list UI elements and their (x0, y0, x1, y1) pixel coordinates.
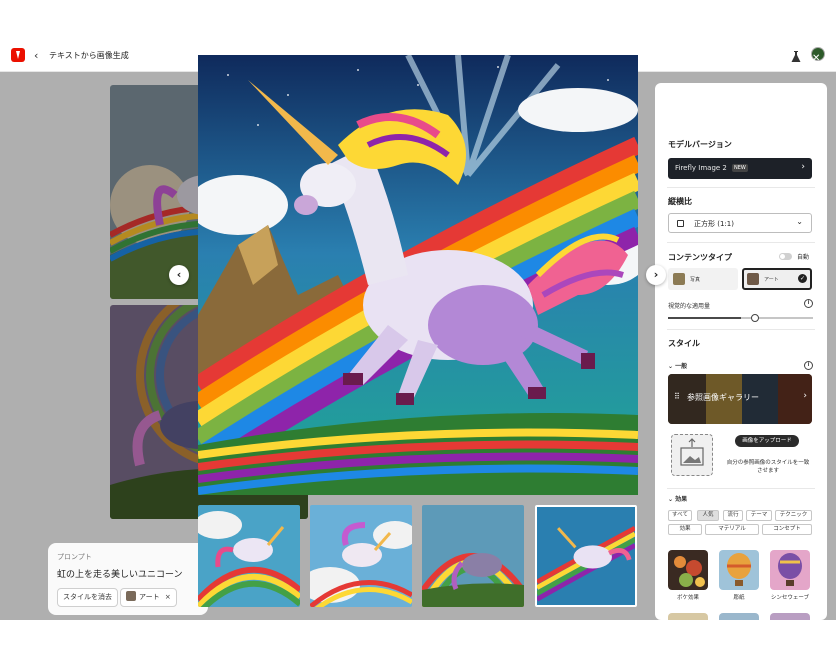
style-chip-art[interactable]: アート × (120, 588, 177, 607)
effect-bokeh-label: ボケ効果 (676, 595, 699, 601)
effects-title: 効果 (675, 496, 688, 503)
effect-synthwave-label: シンセウェーブ (770, 595, 810, 601)
prompt-card: プロンプト 虹の上を走る美しいユニコーン スタイルを消去 アート × (48, 543, 208, 615)
filter-popular[interactable]: 人気 (697, 510, 719, 521)
model-version-value: Firefly Image 2 (675, 164, 727, 172)
effect-item[interactable] (770, 613, 810, 620)
new-badge: NEW (732, 164, 748, 172)
prompt-text[interactable]: 虹の上を走る美しいユニコーン (57, 567, 183, 580)
preview-image (198, 55, 638, 495)
reference-gallery-label: 参照画像ギャラリー (687, 393, 759, 402)
photo-thumbnail (673, 273, 685, 285)
chevron-left-icon[interactable]: ‹ (34, 49, 38, 62)
content-type-photo[interactable]: 写真 (668, 268, 738, 290)
square-icon (677, 220, 684, 227)
filter-effect[interactable]: 効果 (668, 524, 702, 535)
thumbnail-1[interactable] (198, 505, 300, 607)
thumbnail-4-selected[interactable] (535, 505, 637, 607)
thumbnail-2[interactable] (310, 505, 412, 607)
upload-dropzone[interactable] (671, 434, 713, 476)
effect-papercraft-label: 彫紙 (733, 595, 745, 601)
style-title: スタイル (668, 339, 700, 348)
upload-description: 自分の参照画像のスタイルを一致させます (726, 460, 810, 474)
aspect-ratio-value: 正方形 (1:1) (694, 220, 734, 228)
visual-intensity-slider[interactable] (668, 314, 813, 322)
filter-concept[interactable]: コンセプト (762, 524, 812, 535)
effect-bokeh[interactable] (668, 550, 708, 590)
divider (667, 242, 815, 243)
section-general-label: 一般 (675, 363, 688, 370)
effect-item[interactable] (719, 613, 759, 620)
chevron-left-icon: ‹ (176, 268, 182, 281)
grid-icon: ⠿ (674, 392, 680, 401)
filter-technique[interactable]: テクニック (775, 510, 812, 521)
auto-toggle[interactable] (779, 253, 792, 260)
checkmark-icon: ✓ (798, 274, 807, 283)
model-version-title: モデルバージョン (668, 140, 732, 149)
slider-handle[interactable] (750, 314, 759, 322)
info-icon[interactable]: i (804, 299, 813, 308)
content-type-art-label: アート (764, 277, 779, 283)
previous-button[interactable]: ‹ (169, 265, 189, 285)
filter-material[interactable]: マテリアル (705, 524, 759, 535)
effects-toggle[interactable]: ⌄ 効果 (668, 494, 687, 503)
slider-fill (668, 317, 741, 319)
effect-item[interactable] (668, 613, 708, 620)
content-type-art[interactable]: アート ✓ (742, 268, 812, 290)
filter-trending[interactable]: 流行 (723, 510, 743, 521)
filter-all[interactable]: すべて (668, 510, 692, 521)
clear-style-label: スタイルを消去 (63, 593, 112, 601)
chevron-right-icon: › (803, 391, 807, 401)
chevron-right-icon: › (653, 268, 659, 281)
section-general-toggle[interactable]: ⌄ 一般 (668, 361, 687, 370)
app-window: ‹ テキストから画像生成 プロンプト 虹の上を走る美しいユニコーン スタイルを消… (0, 40, 836, 620)
chevron-down-icon: ⌄ (796, 217, 803, 226)
filter-theme[interactable]: テーマ (746, 510, 772, 521)
clear-style-button[interactable]: スタイルを消去 (57, 588, 118, 607)
art-thumbnail (747, 273, 759, 285)
effect-synthwave[interactable] (770, 550, 810, 590)
divider (667, 329, 815, 330)
settings-panel: モデルバージョン Firefly Image 2 NEW › 縦横比 正方形 (… (655, 83, 827, 620)
model-version-select[interactable]: Firefly Image 2 NEW › (668, 158, 812, 179)
divider (667, 488, 815, 489)
reference-gallery-button[interactable]: ⠿ 参照画像ギャラリー › (668, 374, 812, 424)
aspect-ratio-select[interactable]: 正方形 (1:1) ⌄ (668, 213, 812, 233)
effect-papercraft[interactable] (719, 550, 759, 590)
content-type-photo-label: 写真 (690, 277, 701, 283)
close-icon[interactable]: ✕ (812, 53, 820, 64)
aspect-ratio-title: 縦横比 (668, 197, 692, 206)
info-icon[interactable]: i (804, 361, 813, 370)
divider (667, 187, 815, 188)
visual-intensity-label: 視覚的な適用量 (668, 303, 711, 310)
adobe-logo[interactable] (11, 48, 25, 62)
art-thumbnail (126, 591, 136, 601)
breadcrumb: テキストから画像生成 (49, 51, 129, 60)
flask-icon[interactable] (791, 48, 801, 67)
auto-label: 自動 (797, 254, 810, 261)
chevron-right-icon: › (801, 162, 805, 172)
next-button[interactable]: › (646, 265, 666, 285)
style-chip-label: アート (139, 593, 160, 601)
thumbnail-3[interactable] (422, 505, 524, 607)
content-type-title: コンテンツタイプ (668, 253, 732, 262)
upload-image-button[interactable]: 画像をアップロード (735, 435, 799, 447)
close-icon[interactable]: × (165, 593, 171, 601)
prompt-label: プロンプト (57, 553, 92, 561)
